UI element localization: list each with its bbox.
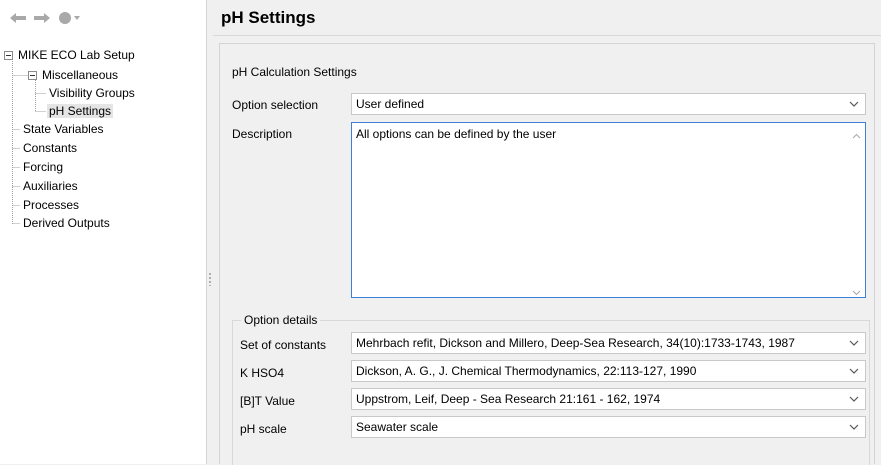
khso4-value: Dickson, A. G., J. Chemical Thermodynami…	[356, 364, 697, 378]
tree-item-label: pH Settings	[47, 104, 114, 118]
tree-item-label: Processes	[23, 198, 80, 212]
back-arrow-icon[interactable]	[8, 8, 28, 28]
bt-value-label: [B]T Value	[240, 394, 295, 408]
description-label: Description	[232, 127, 293, 141]
tree-item-visibility-groups[interactable]: Visibility Groups	[47, 85, 137, 102]
tree-item-state-variables[interactable]: State Variables	[21, 121, 106, 138]
tree-item-processes[interactable]: Processes	[21, 197, 81, 214]
tree-item-label: MIKE ECO Lab Setup	[18, 48, 135, 62]
tree-item-label: Derived Outputs	[23, 216, 110, 230]
chevron-down-icon[interactable]	[849, 97, 859, 111]
option-details-title: Option details	[241, 313, 321, 327]
collapse-icon[interactable]	[28, 71, 37, 80]
tree-item-forcing[interactable]: Forcing	[21, 159, 65, 176]
content-area: pH Settings pH Calculation Settings Opti…	[213, 0, 881, 465]
history-dropdown-icon[interactable]	[56, 8, 84, 28]
splitter-grip-icon[interactable]	[209, 272, 211, 286]
description-scrollbar[interactable]	[849, 124, 864, 296]
tree-item-constants[interactable]: Constants	[21, 140, 79, 157]
tree-item-label: State Variables	[23, 122, 104, 136]
tree-item-derived-outputs[interactable]: Derived Outputs	[21, 215, 112, 232]
chevron-down-icon[interactable]	[849, 420, 859, 434]
tree-item-auxiliaries[interactable]: Auxiliaries	[21, 178, 80, 195]
option-selection-value: User defined	[356, 97, 425, 111]
tree-item-label: Miscellaneous	[42, 68, 119, 82]
chevron-down-icon[interactable]	[849, 336, 859, 350]
ph-scale-dropdown[interactable]: Seawater scale	[351, 416, 866, 438]
ph-scale-value: Seawater scale	[356, 420, 439, 434]
section-title: pH Calculation Settings	[232, 65, 357, 79]
bt-value-value: Uppstrom, Leif, Deep - Sea Research 21:1…	[356, 392, 661, 406]
tree-item-label: Forcing	[23, 160, 64, 174]
option-selection-dropdown[interactable]: User defined	[351, 93, 866, 115]
navigation-pane: MIKE ECO Lab Setup Miscellaneous Visibil…	[0, 0, 207, 464]
ph-settings-panel: pH Calculation Settings Option selection…	[219, 43, 875, 465]
khso4-dropdown[interactable]: Dickson, A. G., J. Chemical Thermodynami…	[351, 360, 866, 382]
set-of-constants-dropdown[interactable]: Mehrbach refit, Dickson and Millero, Dee…	[351, 332, 866, 354]
scroll-up-icon[interactable]	[852, 128, 861, 139]
chevron-down-icon[interactable]	[849, 392, 859, 406]
chevron-down-icon[interactable]	[849, 364, 859, 378]
forward-arrow-icon[interactable]	[32, 8, 52, 28]
tree-item-label: Constants	[23, 141, 78, 155]
navigation-toolbar	[0, 0, 206, 36]
khso4-label: K HSO4	[240, 366, 285, 380]
scroll-down-icon[interactable]	[852, 285, 861, 296]
description-textarea[interactable]: All options can be defined by the user	[351, 122, 866, 298]
description-value: All options can be defined by the user	[356, 127, 557, 141]
page-title: pH Settings	[213, 0, 881, 36]
tree-item-label: Auxiliaries	[23, 179, 78, 193]
tree-item-label: Visibility Groups	[49, 86, 135, 100]
tree-item-mike-eco-lab-setup[interactable]: MIKE ECO Lab Setup	[4, 47, 137, 64]
ph-scale-label: pH scale	[240, 422, 287, 436]
set-of-constants-label: Set of constants	[240, 338, 327, 352]
bt-value-dropdown[interactable]: Uppstrom, Leif, Deep - Sea Research 21:1…	[351, 388, 866, 410]
collapse-icon[interactable]	[4, 51, 13, 60]
option-selection-label: Option selection	[232, 98, 319, 112]
set-of-constants-value: Mehrbach refit, Dickson and Millero, Dee…	[356, 336, 795, 350]
tree-item-miscellaneous[interactable]: Miscellaneous	[28, 67, 120, 84]
tree-item-ph-settings[interactable]: pH Settings	[47, 103, 114, 120]
